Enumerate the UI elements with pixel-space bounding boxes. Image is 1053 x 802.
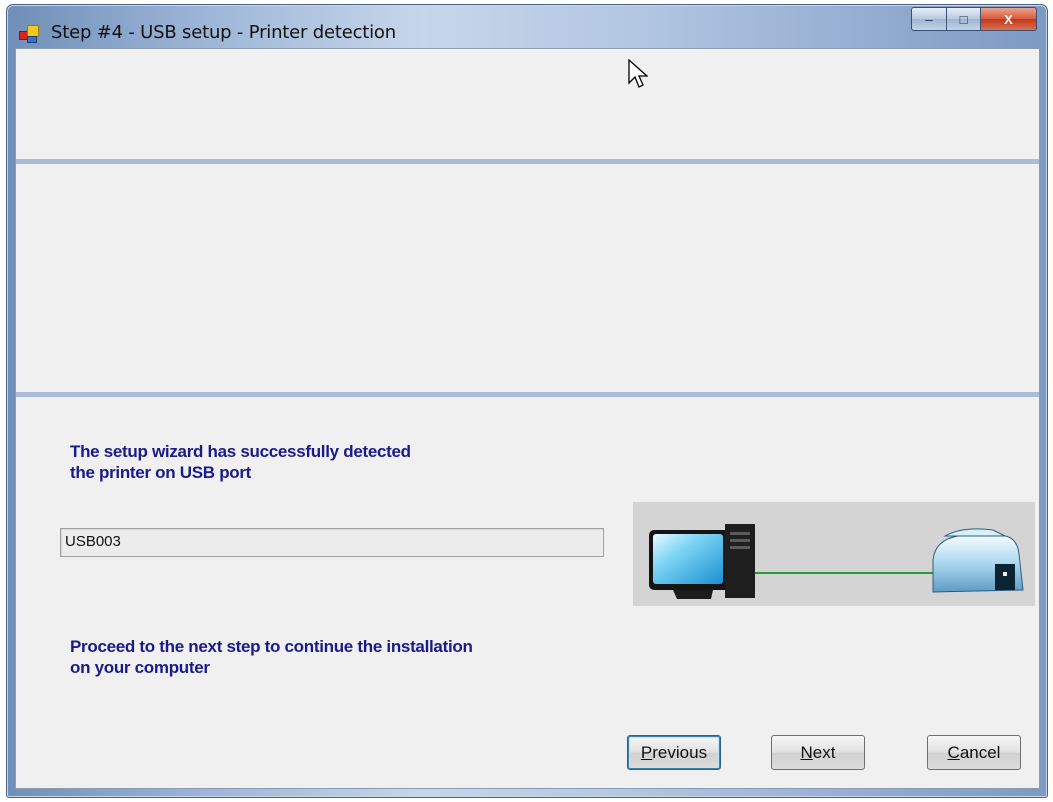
proceed-message: Proceed to the next step to continue the… [70, 636, 473, 678]
content-divider [16, 392, 1039, 397]
mouse-cursor-icon [628, 59, 648, 88]
wizard-client-area: The setup wizard has successfully detect… [15, 48, 1040, 789]
close-button[interactable]: X [981, 7, 1037, 31]
maximize-icon: □ [959, 11, 968, 27]
minimize-icon: – [925, 11, 933, 27]
cancel-button[interactable]: Cancel [927, 735, 1021, 770]
detected-message: The setup wizard has successfully detect… [70, 441, 411, 483]
close-icon: X [1004, 11, 1013, 27]
caption-buttons: – □ X [911, 7, 1037, 31]
usb-port-field[interactable] [60, 528, 604, 557]
printer-icon [932, 528, 1024, 593]
detected-message-line-2: the printer on USB port [70, 463, 252, 482]
usb-port-input[interactable] [61, 529, 585, 554]
connection-illustration [633, 502, 1035, 606]
computer-icon [649, 524, 755, 599]
window-title: Step #4 - USB setup - Printer detection [51, 22, 396, 43]
title-bar[interactable]: Step #4 - USB setup - Printer detection … [7, 5, 1047, 53]
next-button[interactable]: Next [771, 735, 865, 770]
previous-button[interactable]: Previous [627, 735, 721, 770]
previous-label: revious [652, 742, 708, 762]
maximize-button[interactable]: □ [947, 7, 981, 31]
app-icon[interactable] [19, 25, 39, 43]
proceed-message-line-1: Proceed to the next step to continue the… [70, 637, 473, 656]
previous-accelerator: P [640, 742, 653, 762]
header-divider [16, 159, 1039, 164]
minimize-button[interactable]: – [911, 7, 947, 31]
next-accelerator: N [800, 742, 813, 762]
wizard-window: Step #4 - USB setup - Printer detection … [6, 4, 1048, 798]
cancel-label: ancel [959, 742, 1001, 762]
cancel-accelerator: C [947, 742, 960, 762]
next-label: ext [812, 742, 836, 762]
proceed-message-line-2: on your computer [70, 658, 210, 677]
detected-message-line-1: The setup wizard has successfully detect… [70, 442, 411, 461]
